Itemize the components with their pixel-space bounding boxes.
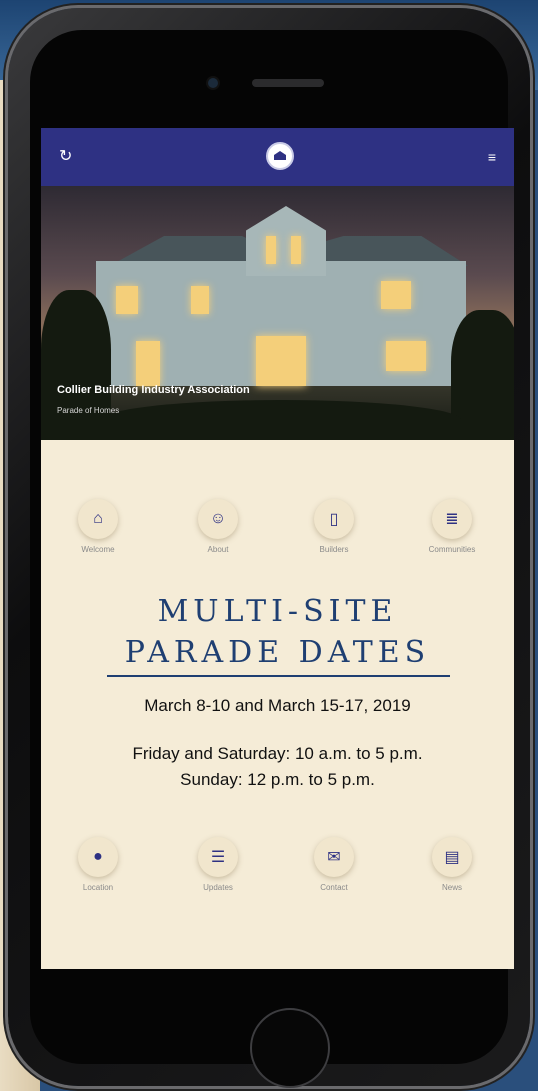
app-screen: ↻ ≡ Collier Building Industry Associatio… xyxy=(41,128,514,969)
map-pin-icon: ● xyxy=(78,837,118,877)
app-header: ↻ ≡ xyxy=(41,128,514,186)
nav-label: Location xyxy=(82,883,114,892)
front-camera xyxy=(208,78,218,88)
headline-underline xyxy=(107,675,450,677)
menu-icon[interactable]: ≡ xyxy=(488,146,496,168)
home-icon: ⌂ xyxy=(78,499,118,539)
nav-contact[interactable]: ✉ Contact xyxy=(294,837,374,892)
envelope-icon: ✉ xyxy=(314,837,354,877)
headline-line2: PARADE DATES xyxy=(124,635,431,670)
nav-welcome[interactable]: ⌂ Welcome xyxy=(58,499,138,554)
hours-sunday: Sunday: 12 p.m. to 5 p.m. xyxy=(180,770,375,789)
building-icon: ▯ xyxy=(314,499,354,539)
users-icon: ☺ xyxy=(198,499,238,539)
nav-about[interactable]: ☺ About xyxy=(178,499,258,554)
house-photo xyxy=(96,206,469,386)
home-button[interactable] xyxy=(250,1008,330,1088)
headline-line1: MULTI-SITE xyxy=(157,594,398,629)
nav-label: About xyxy=(207,545,229,554)
parade-dates: March 8-10 and March 15-17, 2019 xyxy=(144,696,411,715)
hero-subtitle: Parade of Homes xyxy=(57,406,120,415)
list-icon: ☰ xyxy=(198,837,238,877)
nav-builders[interactable]: ▯ Builders xyxy=(294,499,374,554)
signpost-icon: ≣ xyxy=(432,499,472,539)
nav-communities[interactable]: ≣ Communities xyxy=(412,499,492,554)
newspaper-icon: ▤ xyxy=(432,837,472,877)
nav-label: Contact xyxy=(320,883,348,892)
hours-weekday: Friday and Saturday: 10 a.m. to 5 p.m. xyxy=(132,744,423,763)
hero-banner: Collier Building Industry Association Pa… xyxy=(41,186,514,440)
nav-news[interactable]: ▤ News xyxy=(412,837,492,892)
refresh-icon[interactable]: ↻ xyxy=(59,146,72,168)
app-logo[interactable] xyxy=(266,142,294,170)
nav-updates[interactable]: ☰ Updates xyxy=(178,837,258,892)
nav-label: News xyxy=(441,883,462,892)
nav-label: Updates xyxy=(203,883,233,892)
earpiece-speaker xyxy=(252,79,324,87)
nav-location[interactable]: ● Location xyxy=(58,837,138,892)
nav-label: Builders xyxy=(319,545,349,554)
nav-label: Welcome xyxy=(81,545,115,554)
hero-title: Collier Building Industry Association xyxy=(57,384,250,396)
nav-label: Communities xyxy=(428,545,476,554)
